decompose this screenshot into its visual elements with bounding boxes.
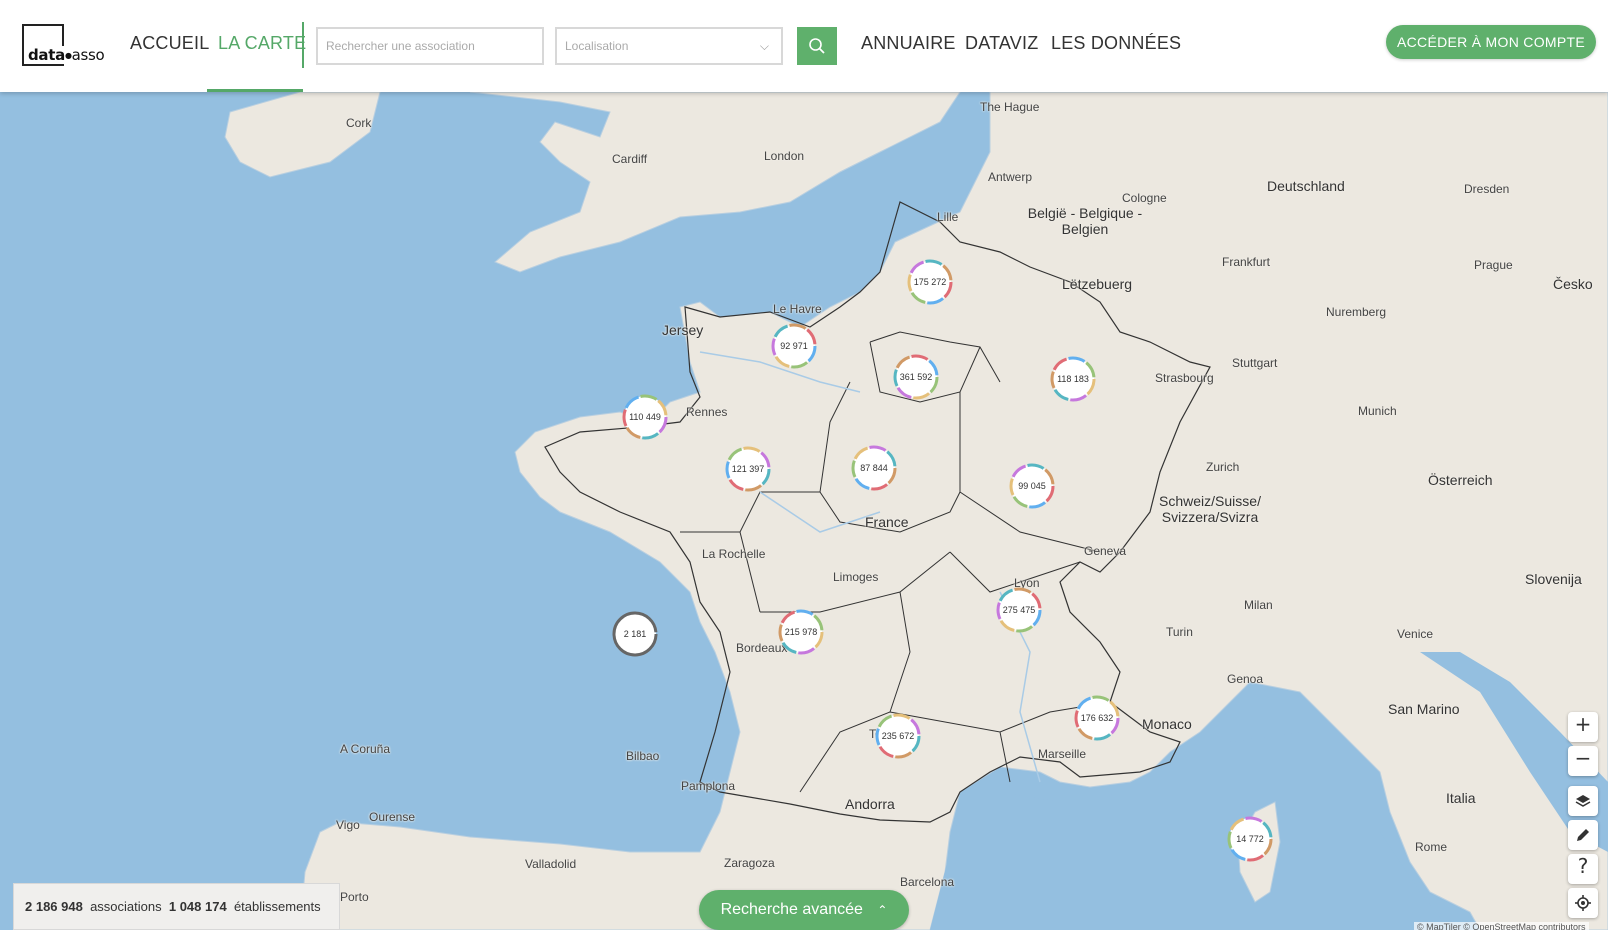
advanced-search-button[interactable]: Recherche avancée ⌃ — [699, 890, 909, 930]
nav-dataviz[interactable]: DATAVIZ — [965, 33, 1038, 54]
cluster-count: 176 632 — [1081, 713, 1114, 723]
cluster-count: 215 978 — [785, 627, 818, 637]
cluster-marker[interactable]: 14 772 — [1227, 816, 1273, 862]
location-placeholder: Localisation — [565, 39, 629, 53]
cluster-count: 14 772 — [1236, 834, 1264, 844]
layers-button[interactable] — [1568, 786, 1598, 816]
cluster-count: 361 592 — [900, 372, 933, 382]
search-button[interactable] — [797, 27, 837, 65]
zoom-in-button[interactable]: + — [1568, 712, 1598, 742]
chevron-down-icon: ⌵ — [759, 39, 769, 53]
cluster-count: 110 449 — [629, 412, 661, 422]
cluster-marker[interactable]: 361 592 — [893, 354, 939, 400]
associations-label: associations — [90, 899, 162, 914]
cluster-count: 175 272 — [914, 277, 947, 287]
etablissements-label: établissements — [233, 899, 321, 914]
map-attribution[interactable]: © MapTiler © OpenStreetMap contributors — [1414, 922, 1589, 930]
advanced-search-label: Recherche avancée — [720, 901, 863, 918]
cluster-marker[interactable]: 215 978 — [778, 609, 824, 655]
cluster-layer: 175 272 92 971 361 592 118 183 110 449 121 39… — [612, 259, 1273, 862]
nav-les-donnees[interactable]: LES DONNÉES — [1051, 33, 1181, 54]
cluster-marker[interactable]: 99 045 — [1009, 463, 1055, 509]
cluster-count: 275 475 — [1003, 605, 1036, 615]
etablissements-count: 1 048 174 — [168, 899, 227, 914]
map-canvas[interactable]: Cork Cardiff London The Hague Antwerp Co… — [0, 92, 1608, 930]
location-select[interactable]: Localisation ⌵ — [555, 27, 783, 65]
cluster-count: 92 971 — [780, 341, 808, 351]
chevron-up-icon: ⌃ — [877, 903, 888, 917]
nav-divider — [302, 22, 304, 68]
crosshair-icon — [1575, 895, 1591, 911]
top-navbar: data●asso ACCUEIL LA CARTE Localisation … — [0, 0, 1608, 92]
nav-la-carte[interactable]: LA CARTE — [218, 33, 306, 54]
cluster-marker[interactable]: 175 272 — [907, 259, 953, 305]
pencil-icon — [1577, 829, 1589, 841]
stats-panel: 2 186 948 associations 1 048 174 établis… — [13, 883, 340, 930]
logo-text: data●asso — [28, 46, 106, 64]
cluster-marker[interactable]: 121 397 — [725, 446, 771, 492]
cluster-count: 235 672 — [882, 731, 915, 741]
cluster-marker[interactable]: 87 844 — [851, 445, 897, 491]
cluster-marker[interactable]: 2 181 — [612, 611, 658, 657]
draw-button[interactable] — [1568, 820, 1598, 850]
cluster-count: 118 183 — [1057, 374, 1089, 384]
cluster-marker[interactable]: 176 632 — [1074, 695, 1120, 741]
cluster-count: 99 045 — [1018, 481, 1046, 491]
cluster-marker[interactable]: 110 449 — [622, 394, 668, 440]
cluster-marker[interactable]: 235 672 — [875, 713, 921, 759]
search-icon — [809, 38, 825, 54]
nav-accueil[interactable]: ACCUEIL — [130, 33, 209, 54]
associations-count: 2 186 948 — [25, 899, 83, 914]
locate-button[interactable] — [1568, 888, 1598, 918]
account-button[interactable]: ACCÉDER À MON COMPTE — [1386, 25, 1596, 59]
cluster-count: 87 844 — [860, 463, 888, 473]
help-button[interactable]: ? — [1568, 854, 1598, 884]
association-search-input[interactable] — [316, 27, 544, 65]
cluster-count: 121 397 — [732, 464, 765, 474]
cluster-marker[interactable]: 275 475 — [996, 587, 1042, 633]
cluster-count: 2 181 — [624, 629, 647, 639]
zoom-out-button[interactable]: − — [1568, 746, 1598, 776]
active-tab-underline — [207, 89, 303, 92]
layers-icon — [1575, 795, 1591, 807]
nav-annuaire[interactable]: ANNUAIRE — [861, 33, 956, 54]
datasso-logo[interactable]: data●asso — [22, 24, 106, 68]
cluster-marker[interactable]: 118 183 — [1050, 356, 1096, 402]
cluster-marker[interactable]: 92 971 — [771, 323, 817, 369]
